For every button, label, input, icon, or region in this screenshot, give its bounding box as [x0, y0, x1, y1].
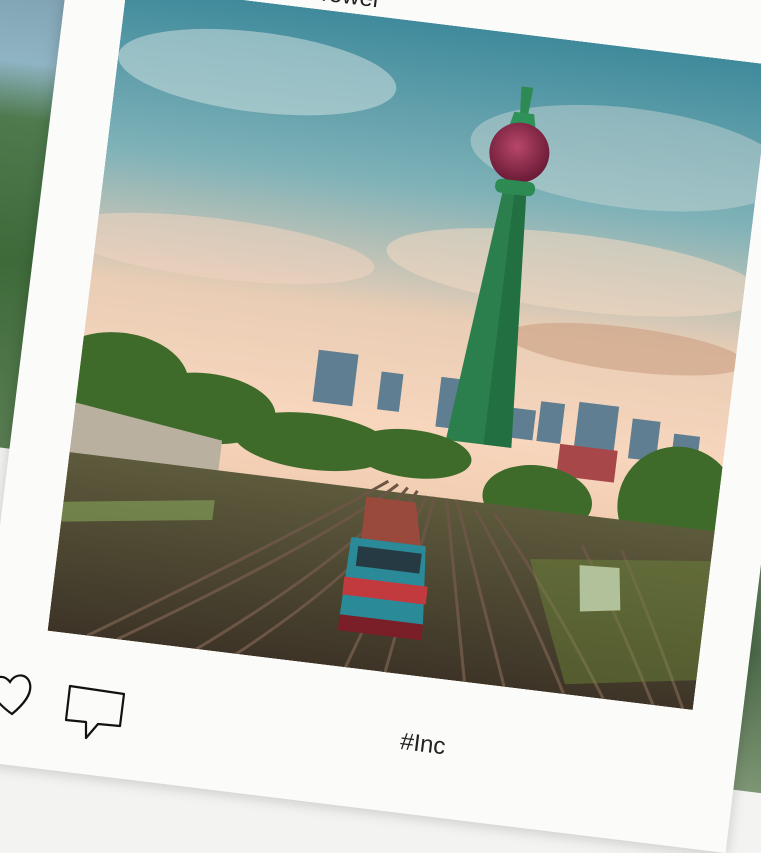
caption-hashtag: #Inc — [398, 728, 448, 761]
heart-icon[interactable] — [0, 668, 36, 720]
tower-photo-art — [47, 0, 761, 710]
tower-photo[interactable] — [47, 0, 761, 710]
comment-icon[interactable] — [62, 680, 132, 742]
